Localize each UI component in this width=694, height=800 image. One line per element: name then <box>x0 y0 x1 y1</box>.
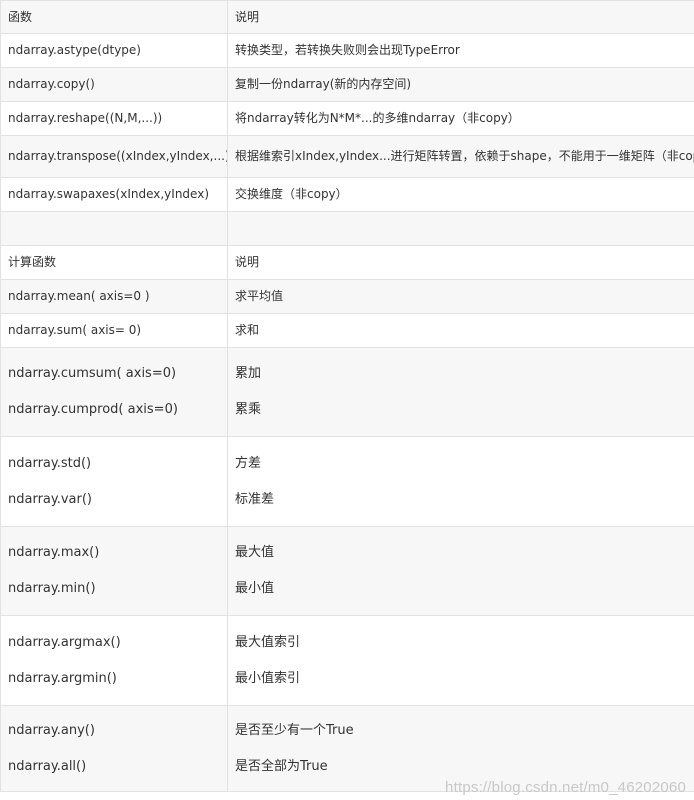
empty-row <box>0 211 694 246</box>
function-cell: ndarray.argmax() ndarray.argmin() <box>0 615 228 706</box>
description-text: 最小值 <box>235 581 275 596</box>
watermark-url: https://blog.csdn.net/m0_46202060 <box>445 779 686 796</box>
table-header-row: 计算函数 说明 <box>0 245 694 280</box>
table-row: ndarray.std() ndarray.var() 方差 标准差 <box>0 436 694 527</box>
function-cell: ndarray.transpose((xIndex,yIndex,...)) <box>0 135 228 178</box>
table-row: ndarray.reshape((N,M,...)) 将ndarray转化为N*… <box>0 101 694 136</box>
description-text: 是否至少有一个True <box>235 722 354 738</box>
description-cell: 累加 累乘 <box>227 347 694 437</box>
header-cell-description: 说明 <box>227 0 694 34</box>
ndarray-functions-table: 函数 说明 ndarray.astype(dtype) 转换类型，若转换失败则会… <box>0 0 694 792</box>
description-cell: 求和 <box>227 313 694 348</box>
description-cell: 复制一份ndarray(新的内存空间) <box>227 67 694 102</box>
table-header-row: 函数 说明 <box>0 0 694 34</box>
table-row: ndarray.argmax() ndarray.argmin() 最大值索引 … <box>0 615 694 706</box>
function-name: ndarray.min() <box>8 581 96 596</box>
table-row: ndarray.astype(dtype) 转换类型，若转换失败则会出现Type… <box>0 33 694 68</box>
description-text: 最小值索引 <box>235 670 301 686</box>
function-name: ndarray.cumsum( axis=0) <box>8 366 177 381</box>
header-cell-function: 函数 <box>0 0 228 34</box>
function-name: ndarray.argmin() <box>8 670 117 686</box>
description-text: 最大值索引 <box>235 634 301 650</box>
function-name: ndarray.all() <box>8 758 87 774</box>
table-row: ndarray.swapaxes(xIndex,yIndex) 交换维度（非co… <box>0 177 694 212</box>
description-text: 累乘 <box>235 402 262 417</box>
function-name: ndarray.cumprod( axis=0) <box>8 402 178 417</box>
function-cell: ndarray.any() ndarray.all() <box>0 705 228 792</box>
function-cell: ndarray.mean( axis=0 ) <box>0 279 228 314</box>
description-cell: 转换类型，若转换失败则会出现TypeError <box>227 33 694 68</box>
function-cell: ndarray.sum( axis= 0) <box>0 313 228 348</box>
description-cell: 方差 标准差 <box>227 436 694 527</box>
function-name: ndarray.argmax() <box>8 634 121 650</box>
function-cell: ndarray.std() ndarray.var() <box>0 436 228 527</box>
table-row: ndarray.sum( axis= 0) 求和 <box>0 313 694 348</box>
description-text: 最大值 <box>235 545 275 560</box>
function-cell: ndarray.swapaxes(xIndex,yIndex) <box>0 177 228 212</box>
function-name: ndarray.max() <box>8 545 100 560</box>
table-row: ndarray.copy() 复制一份ndarray(新的内存空间) <box>0 67 694 102</box>
function-cell: ndarray.max() ndarray.min() <box>0 526 228 616</box>
function-cell: ndarray.astype(dtype) <box>0 33 228 68</box>
function-cell: ndarray.copy() <box>0 67 228 102</box>
description-cell: 最大值 最小值 <box>227 526 694 616</box>
table-row: ndarray.cumsum( axis=0) ndarray.cumprod(… <box>0 347 694 437</box>
description-text: 方差 <box>235 455 262 471</box>
table-row: ndarray.mean( axis=0 ) 求平均值 <box>0 279 694 314</box>
function-name: ndarray.any() <box>8 722 95 738</box>
description-cell: 根据维索引xIndex,yIndex...进行矩阵转置，依赖于shape，不能用… <box>227 135 694 178</box>
empty-cell <box>0 211 228 246</box>
header-cell-description: 说明 <box>227 245 694 280</box>
function-cell: ndarray.cumsum( axis=0) ndarray.cumprod(… <box>0 347 228 437</box>
header-cell-compute-function: 计算函数 <box>0 245 228 280</box>
description-cell: 将ndarray转化为N*M*...的多维ndarray（非copy） <box>227 101 694 136</box>
description-cell: 求平均值 <box>227 279 694 314</box>
description-text: 是否全部为True <box>235 758 328 774</box>
empty-cell <box>227 211 694 246</box>
table-row: ndarray.max() ndarray.min() 最大值 最小值 <box>0 526 694 616</box>
function-name: ndarray.var() <box>8 491 93 507</box>
description-cell: 交换维度（非copy） <box>227 177 694 212</box>
description-cell: 最大值索引 最小值索引 <box>227 615 694 706</box>
description-text: 累加 <box>235 366 262 381</box>
table-row: ndarray.transpose((xIndex,yIndex,...)) 根… <box>0 135 694 178</box>
function-cell: ndarray.reshape((N,M,...)) <box>0 101 228 136</box>
description-text: 标准差 <box>235 491 275 507</box>
function-name: ndarray.std() <box>8 455 92 471</box>
